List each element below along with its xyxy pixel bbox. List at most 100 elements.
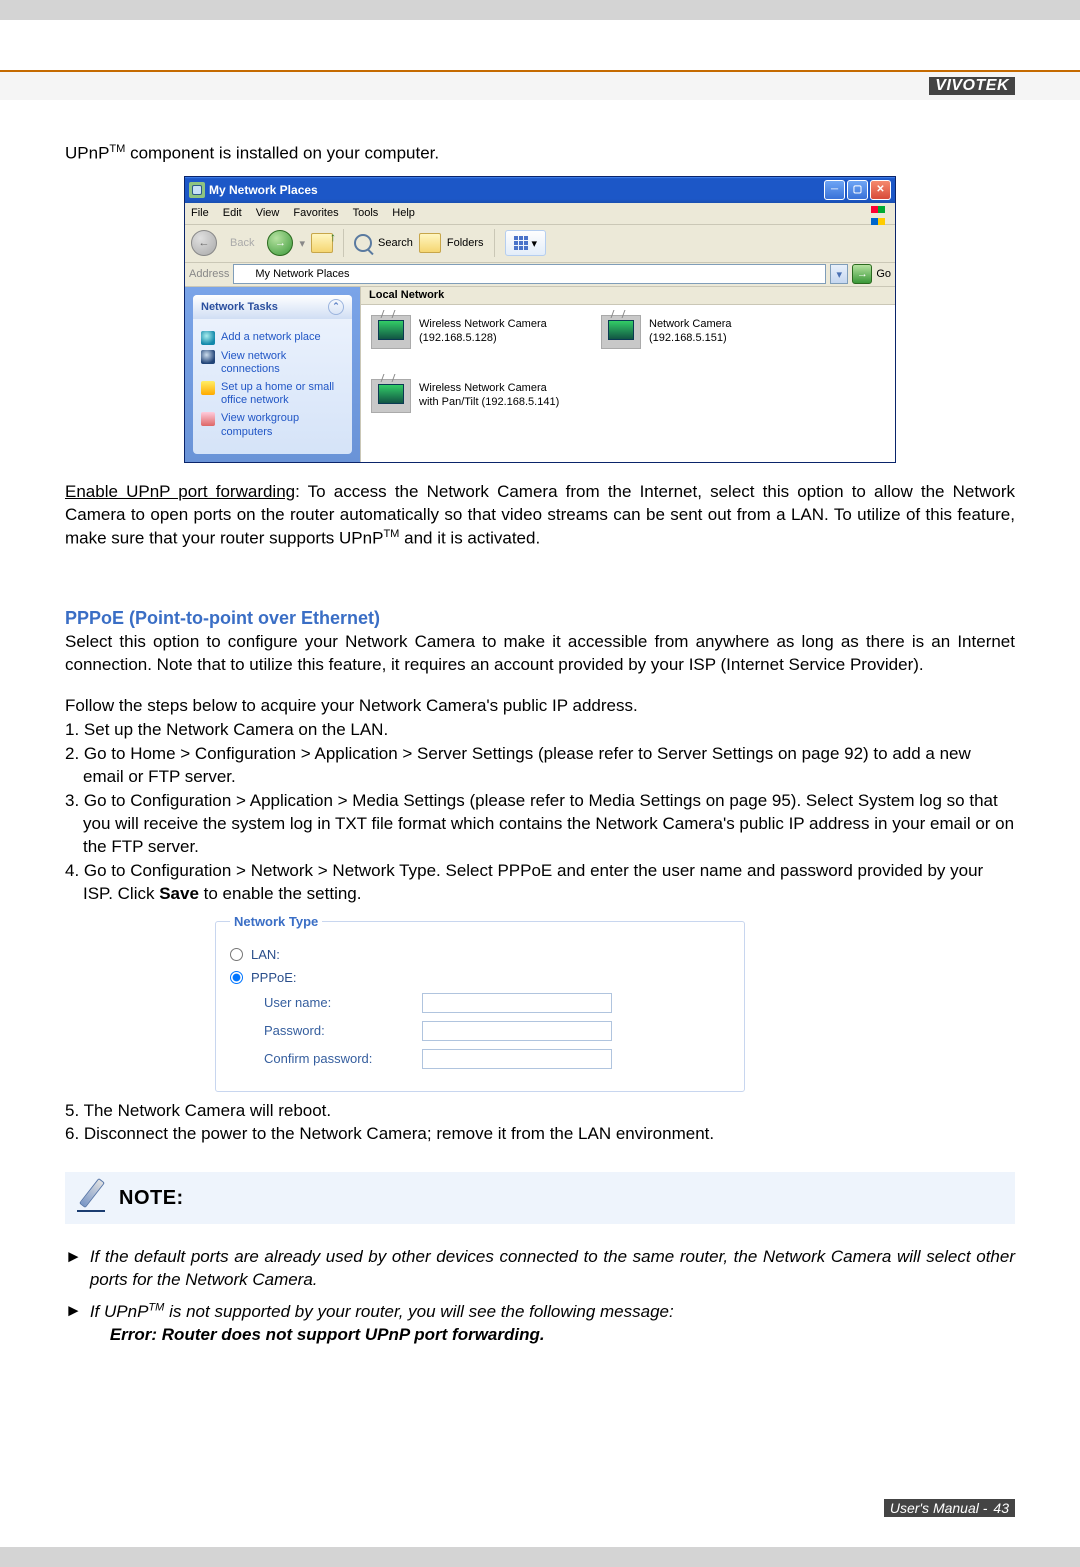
password-input[interactable] [422, 1021, 612, 1041]
network-tasks-header[interactable]: Network Tasks ⌃ [193, 295, 352, 319]
lan-option[interactable]: LAN: [230, 947, 730, 962]
menu-tools[interactable]: Tools [353, 207, 379, 219]
menu-favorites[interactable]: Favorites [293, 207, 338, 219]
network-tasks-list: Add a network place View network connect… [193, 319, 352, 454]
globe-icon [201, 331, 215, 345]
search-button[interactable]: Search [378, 237, 413, 249]
window-title: My Network Places [209, 183, 318, 197]
view-mode-button[interactable]: ▾ [505, 230, 547, 256]
explorer-body: Network Tasks ⌃ Add a network place View… [185, 287, 895, 462]
menu-file[interactable]: File [191, 207, 209, 219]
pppoe-option[interactable]: PPPoE: [230, 970, 730, 985]
window-controls: ─ ▢ ✕ [824, 180, 891, 200]
task-view-connections[interactable]: View network connections [201, 350, 344, 376]
thumbnails-icon [514, 236, 528, 250]
network-tasks-box: Network Tasks ⌃ Add a network place View… [193, 295, 352, 454]
confirm-password-input[interactable] [422, 1049, 612, 1069]
camera-label: Wireless Network Camera (192.168.5.128) [419, 318, 561, 346]
network-type-legend: Network Type [230, 914, 322, 929]
window-titlebar: My Network Places ─ ▢ ✕ [185, 177, 895, 203]
column-header[interactable]: Local Network [361, 287, 895, 305]
camera-item[interactable]: Wireless Network Camera with Pan/Tilt (1… [371, 379, 561, 413]
intro-text: UPnPTM component is installed on your co… [65, 142, 1015, 166]
task-label: Add a network place [221, 331, 321, 344]
note-label: NOTE: [119, 1187, 184, 1210]
task-add-network-place[interactable]: Add a network place [201, 331, 344, 345]
note-bullets: ► If the default ports are already used … [65, 1246, 1015, 1346]
up-folder-button[interactable] [311, 233, 333, 253]
folders-button[interactable]: Folders [447, 237, 484, 249]
camera-label: Wireless Network Camera with Pan/Tilt (1… [419, 382, 561, 410]
menu-view[interactable]: View [256, 207, 280, 219]
back-button-icon[interactable]: ← [191, 230, 217, 256]
confirm-password-label: Confirm password: [264, 1051, 414, 1066]
pppoe-heading: PPPoE (Point-to-point over Ethernet) [65, 608, 1015, 629]
collapse-icon[interactable]: ⌃ [328, 299, 344, 315]
workgroup-icon [201, 412, 215, 426]
network-tasks-title: Network Tasks [201, 301, 278, 313]
note-bullet-2-text: If UPnPTM is not supported by your route… [90, 1302, 674, 1321]
page-footer: User's Manual - 43 [884, 1499, 1015, 1517]
minimize-button[interactable]: ─ [824, 180, 845, 200]
network-places-icon [189, 182, 205, 198]
go-button-label[interactable]: Go [876, 268, 891, 280]
lan-radio[interactable] [230, 948, 243, 961]
step-1: 1. Set up the Network Camera on the LAN. [65, 719, 1015, 742]
address-label: Address [189, 268, 229, 280]
menu-bar: File Edit View Favorites Tools Help [185, 203, 895, 225]
address-bar: Address My Network Places ▾ → Go [185, 263, 895, 287]
camera-icon [371, 379, 411, 413]
steps-lead: Follow the steps below to acquire your N… [65, 695, 1015, 718]
camera-item[interactable]: Network Camera (192.168.5.151) [601, 315, 791, 349]
upnp-port-forwarding-text: Enable UPnP port forwarding: To access t… [65, 481, 1015, 550]
password-label: Password: [264, 1023, 414, 1038]
steps-list: 1. Set up the Network Camera on the LAN.… [65, 719, 1015, 906]
footer-label: User's Manual - [890, 1500, 988, 1516]
pencil-icon [77, 1184, 105, 1212]
note-bullet-2-body: If UPnPTM is not supported by your route… [90, 1300, 674, 1347]
menu-edit[interactable]: Edit [223, 207, 242, 219]
toolbar-separator [343, 229, 344, 257]
pppoe-radio[interactable] [230, 971, 243, 984]
search-icon [354, 234, 372, 252]
back-button-label[interactable]: Back [223, 229, 261, 257]
address-input[interactable]: My Network Places [233, 264, 826, 284]
toolbar-separator [494, 229, 495, 257]
folders-icon [419, 233, 441, 253]
connections-icon [201, 350, 215, 364]
note-bullet-2: ► If UPnPTM is not supported by your rou… [65, 1300, 1015, 1347]
step-4: 4. Go to Configuration > Network > Netwo… [65, 860, 1015, 906]
page-number: 43 [993, 1500, 1009, 1516]
after-steps-list: 5. The Network Camera will reboot. 6. Di… [65, 1100, 1015, 1147]
lan-label: LAN: [251, 947, 280, 962]
menu-help[interactable]: Help [392, 207, 415, 219]
close-button[interactable]: ✕ [870, 180, 891, 200]
dropdown-caret-icon[interactable]: ▾ [299, 237, 305, 250]
step-3: 3. Go to Configuration > Application > M… [65, 790, 1015, 859]
task-label: View network connections [221, 350, 344, 376]
address-dropdown-button[interactable]: ▾ [830, 264, 848, 284]
camera-label: Network Camera (192.168.5.151) [649, 318, 791, 346]
camera-icon [371, 315, 411, 349]
confirm-password-row: Confirm password: [230, 1049, 730, 1069]
triangle-bullet-icon: ► [65, 1300, 82, 1347]
maximize-button[interactable]: ▢ [847, 180, 868, 200]
step-2: 2. Go to Home > Configuration > Applicat… [65, 743, 1015, 789]
brand-label: VIVOTEK [929, 77, 1015, 95]
task-view-workgroup[interactable]: View workgroup computers [201, 412, 344, 438]
task-label: View workgroup computers [221, 412, 344, 438]
forward-button[interactable]: → [267, 230, 293, 256]
username-label: User name: [264, 995, 414, 1010]
task-setup-network[interactable]: Set up a home or small office network [201, 381, 344, 407]
header-bar: VIVOTEK [0, 70, 1080, 100]
triangle-bullet-icon: ► [65, 1246, 82, 1292]
note-bullet-1: ► If the default ports are already used … [65, 1246, 1015, 1292]
icons-area: Wireless Network Camera (192.168.5.128) … [361, 305, 895, 431]
username-row: User name: [230, 993, 730, 1013]
username-input[interactable] [422, 993, 612, 1013]
go-button-icon[interactable]: → [852, 264, 872, 284]
home-network-icon [201, 381, 215, 395]
note-box: NOTE: [65, 1172, 1015, 1224]
note-error-text: Error: Router does not support UPnP port… [90, 1324, 674, 1347]
camera-item[interactable]: Wireless Network Camera (192.168.5.128) [371, 315, 561, 349]
